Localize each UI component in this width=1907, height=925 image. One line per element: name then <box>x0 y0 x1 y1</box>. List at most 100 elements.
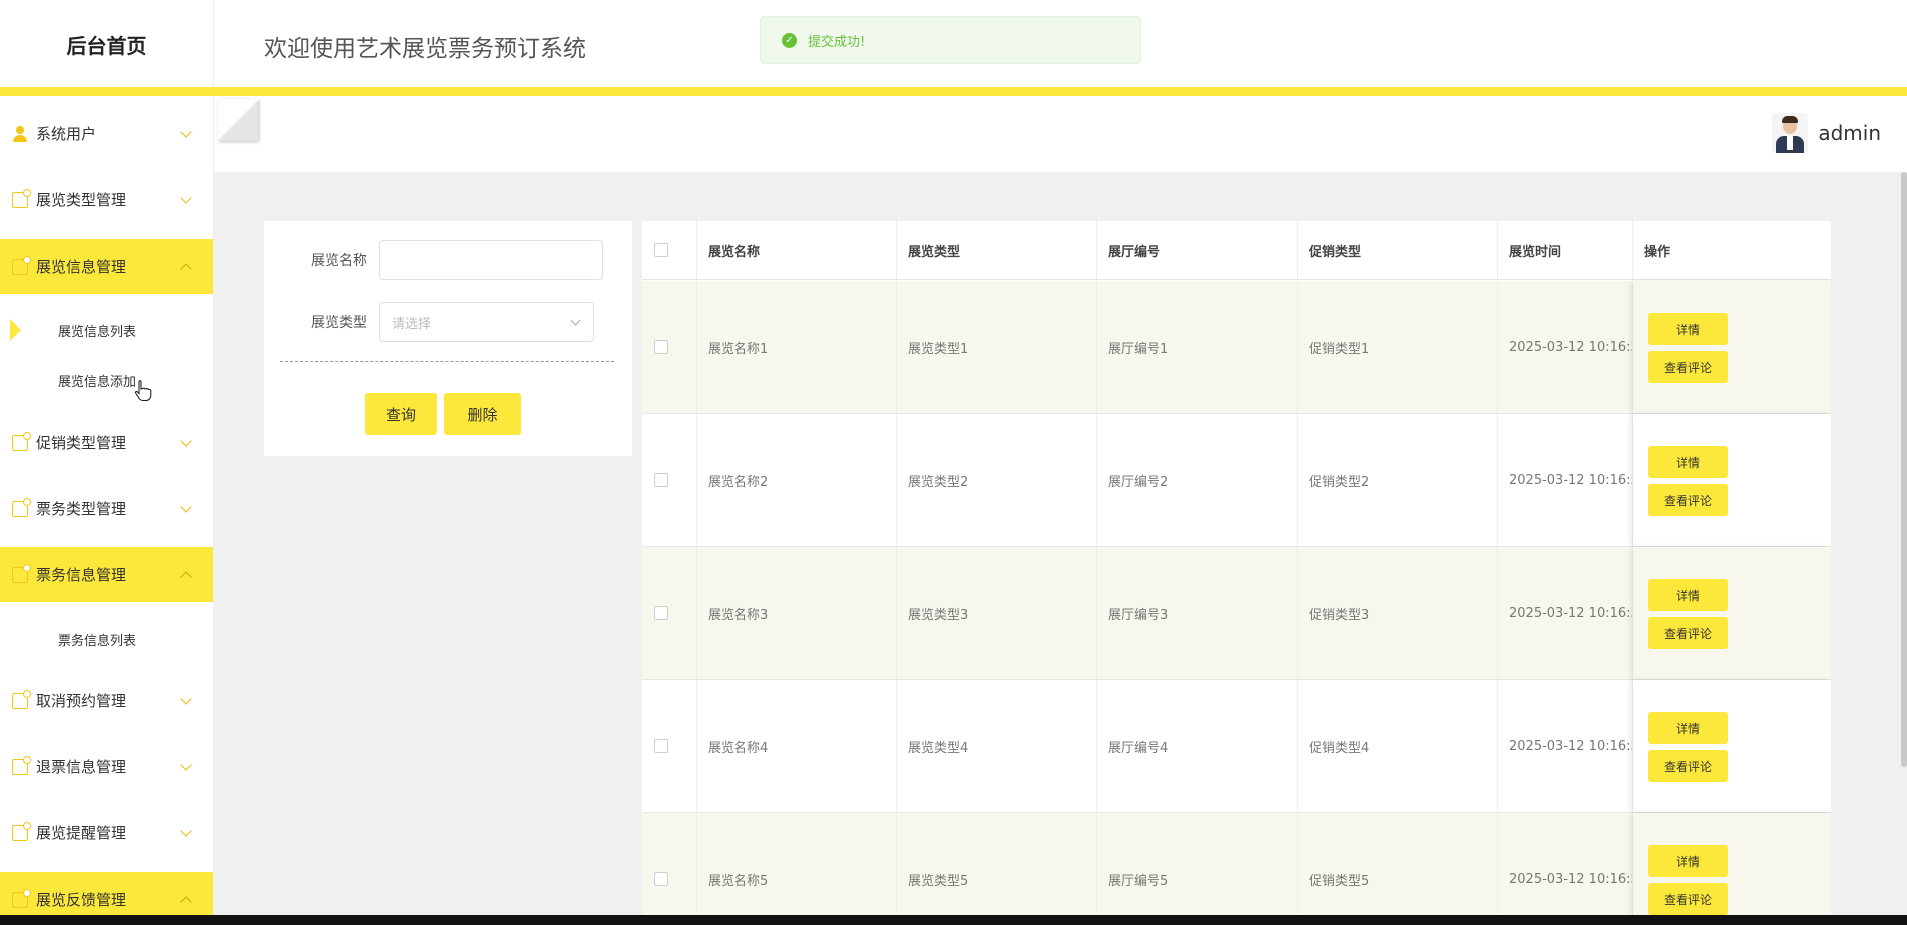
document-icon <box>12 497 31 517</box>
subitem-label: 展览信息添加 <box>58 374 137 390</box>
view-comments-button[interactable]: 查看评论 <box>1648 484 1728 516</box>
hand-cursor-icon <box>134 380 152 402</box>
detail-button[interactable]: 详情 <box>1648 579 1728 611</box>
cell-promo: 促销类型1 <box>1298 281 1498 413</box>
avatar <box>1772 113 1809 153</box>
check-circle-icon: ✓ <box>782 32 797 48</box>
sidebar-item-label: 系统用户 <box>36 125 97 143</box>
sidebar-item-label: 展览信息管理 <box>36 258 127 276</box>
cell-hall: 展厅编号5 <box>1097 813 1298 915</box>
cell-actions: 详情 查看评论 <box>1633 547 1831 679</box>
sidebar-item-label: 退票信息管理 <box>36 758 127 776</box>
query-button[interactable]: 查询 <box>365 393 437 435</box>
cell-promo: 促销类型2 <box>1298 414 1498 546</box>
sidebar-item-system-users[interactable]: 系统用户 <box>0 106 213 161</box>
collapse-sidebar-toggle[interactable] <box>218 99 258 141</box>
divider <box>280 361 614 362</box>
table-row: 展览名称2 展览类型2 展厅编号2 促销类型2 2025-03-12 10:16… <box>642 414 1831 547</box>
subitem-exhibition-list[interactable]: 展览信息列表 <box>0 306 213 354</box>
sidebar-item-cancel-booking[interactable]: 取消预约管理 <box>0 673 213 728</box>
exhibition-type-select[interactable]: 请选择 <box>379 302 594 342</box>
cell-actions: 详情 查看评论 <box>1633 281 1831 413</box>
cell-actions: 详情 查看评论 <box>1633 414 1831 546</box>
cell-promo: 促销类型4 <box>1298 680 1498 812</box>
document-icon <box>12 431 31 451</box>
cell-type: 展览类型5 <box>897 813 1097 915</box>
chevron-up-icon <box>180 896 192 908</box>
view-comments-button[interactable]: 查看评论 <box>1648 883 1728 915</box>
sidebar-item-exhibition-types[interactable]: 展览类型管理 <box>0 172 213 227</box>
view-comments-button[interactable]: 查看评论 <box>1648 617 1728 649</box>
cell-promo: 促销类型3 <box>1298 547 1498 679</box>
cell-name: 展览名称4 <box>697 680 897 812</box>
row-checkbox[interactable] <box>654 739 668 753</box>
view-comments-button[interactable]: 查看评论 <box>1648 750 1728 782</box>
active-indicator-icon <box>10 319 21 341</box>
column-header[interactable]: 展览名称 <box>697 221 897 280</box>
document-icon <box>12 563 31 583</box>
user-menu[interactable]: admin <box>1772 113 1881 153</box>
search-panel: 展览名称 展览类型 请选择 查询 删除 <box>264 221 632 456</box>
table-row: 展览名称5 展览类型5 展厅编号5 促销类型5 2025-03-12 10:16… <box>642 813 1831 915</box>
sidebar-item-label: 促销类型管理 <box>36 434 127 452</box>
cell-time: 2025-03-12 10:16:53 <box>1498 680 1633 812</box>
document-icon <box>12 755 31 775</box>
sidebar-item-exhibition-info[interactable]: 展览信息管理 <box>0 239 213 294</box>
document-icon <box>12 888 31 908</box>
main-content: 展览名称 展览类型 请选择 查询 删除 展览名称 展览类型 展厅编号 促销类型 … <box>214 172 1907 915</box>
sidebar-item-ticket-info[interactable]: 票务信息管理 <box>0 547 213 602</box>
cell-name: 展览名称2 <box>697 414 897 546</box>
sidebar-item-label: 票务信息管理 <box>36 566 127 584</box>
chevron-down-icon <box>180 693 192 705</box>
vertical-scrollbar[interactable] <box>1901 172 1907 767</box>
row-checkbox[interactable] <box>654 606 668 620</box>
cell-type: 展览类型3 <box>897 547 1097 679</box>
home-link[interactable]: 后台首页 <box>0 0 214 88</box>
sidebar: 系统用户 展览类型管理 展览信息管理 展览信息列表 展览信息添加 促销类型管理 … <box>0 96 214 925</box>
chevron-up-icon <box>180 571 192 583</box>
cell-hall: 展厅编号1 <box>1097 281 1298 413</box>
header-select-all <box>642 221 697 280</box>
row-checkbox[interactable] <box>654 340 668 354</box>
name-filter-label: 展览名称 <box>311 253 367 269</box>
sidebar-item-promotion-types[interactable]: 促销类型管理 <box>0 415 213 470</box>
sidebar-item-label: 展览类型管理 <box>36 191 127 209</box>
delete-button[interactable]: 删除 <box>444 393 521 435</box>
cell-hall: 展厅编号3 <box>1097 547 1298 679</box>
cell-time: 2025-03-12 10:16:53 <box>1498 547 1633 679</box>
select-placeholder: 请选择 <box>392 316 432 332</box>
subitem-ticket-list[interactable]: 票务信息列表 <box>0 615 213 663</box>
cell-time: 2025-03-12 10:16:53 <box>1498 281 1633 413</box>
type-filter-label: 展览类型 <box>311 315 367 331</box>
detail-button[interactable]: 详情 <box>1648 313 1728 345</box>
row-checkbox[interactable] <box>654 872 668 886</box>
header-accent-bar <box>0 87 1907 96</box>
detail-button[interactable]: 详情 <box>1648 446 1728 478</box>
table-row: 展览名称4 展览类型4 展厅编号4 促销类型4 2025-03-12 10:16… <box>642 680 1831 813</box>
sidebar-item-exhibition-reminder[interactable]: 展览提醒管理 <box>0 805 213 860</box>
subitem-exhibition-add[interactable]: 展览信息添加 <box>0 356 213 404</box>
column-header[interactable]: 展览时间 <box>1498 221 1633 280</box>
user-icon <box>12 125 28 142</box>
success-toast: ✓ 提交成功! <box>760 16 1141 64</box>
exhibition-table: 展览名称 展览类型 展厅编号 促销类型 展览时间 操作 展览名称1 展览类型1 … <box>642 221 1831 915</box>
username: admin <box>1818 121 1881 145</box>
chevron-down-icon <box>180 192 192 204</box>
select-all-checkbox[interactable] <box>654 243 668 257</box>
table-row: 展览名称3 展览类型3 展厅编号3 促销类型3 2025-03-12 10:16… <box>642 547 1831 680</box>
document-icon <box>12 255 31 275</box>
cell-time: 2025-03-12 10:16:53 <box>1498 414 1633 546</box>
document-icon <box>12 821 31 841</box>
detail-button[interactable]: 详情 <box>1648 845 1728 877</box>
column-header: 操作 <box>1633 221 1831 280</box>
column-header[interactable]: 促销类型 <box>1298 221 1498 280</box>
column-header[interactable]: 展览类型 <box>897 221 1097 280</box>
sidebar-item-ticket-types[interactable]: 票务类型管理 <box>0 481 213 536</box>
sidebar-item-refund-info[interactable]: 退票信息管理 <box>0 739 213 794</box>
exhibition-name-input[interactable] <box>379 240 603 280</box>
detail-button[interactable]: 详情 <box>1648 712 1728 744</box>
column-header[interactable]: 展厅编号 <box>1097 221 1298 280</box>
sidebar-item-label: 展览反馈管理 <box>36 891 127 909</box>
view-comments-button[interactable]: 查看评论 <box>1648 351 1728 383</box>
row-checkbox[interactable] <box>654 473 668 487</box>
